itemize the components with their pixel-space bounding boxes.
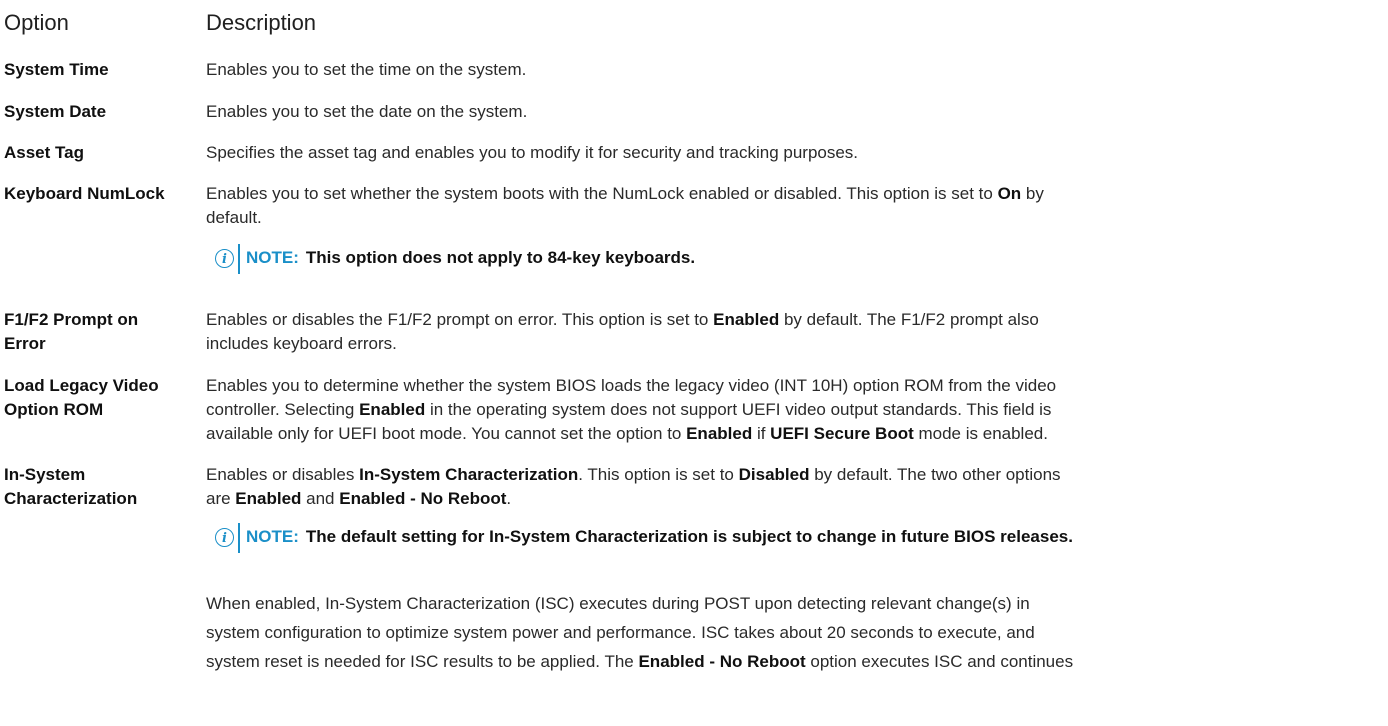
option-desc-legacy-video-rom: Enables you to determine whether the sys… [206,376,1057,443]
option-label-system-time: System Time [4,60,109,79]
note-text: The default setting for In-System Charac… [305,527,1073,546]
option-label-f1f2-prompt: F1/F2 Prompt on Error [4,310,139,353]
note-text: This option does not apply to 84-key key… [305,248,696,267]
info-icon: i [215,527,234,547]
note-isc-default: i NOTE: The default setting for In-Syste… [215,523,1073,553]
option-desc-keyboard-numlock: Enables you to set whether the system bo… [206,184,1044,227]
option-desc-in-system-characterization: Enables or disables In-System Characteri… [206,465,1061,508]
option-label-in-system-characterization: In-System Characterization [4,465,138,508]
note-keyword: NOTE: [246,248,299,267]
option-label-keyboard-numlock: Keyboard NumLock [4,184,165,203]
note-divider [238,244,240,274]
option-label-system-date: System Date [4,102,107,121]
option-desc-system-time: Enables you to set the time on the syste… [206,60,527,79]
note-84-key: i NOTE: This option does not apply to 84… [215,244,696,274]
option-label-asset-tag: Asset Tag [4,143,84,162]
option-desc-system-date: Enables you to set the date on the syste… [206,102,528,121]
note-keyword: NOTE: [246,527,299,546]
column-header-description: Description [206,10,317,35]
column-header-option: Option [4,10,69,35]
info-icon: i [215,248,234,268]
isc-paragraph: When enabled, In-System Characterization… [206,594,1074,671]
option-desc-asset-tag: Specifies the asset tag and enables you … [206,143,859,162]
option-label-legacy-video-rom: Load Legacy Video Option ROM [4,376,159,419]
note-divider [238,523,240,553]
option-desc-f1f2-prompt: Enables or disables the F1/F2 prompt on … [206,310,1039,353]
bios-options-table: Option Description System Time Enables y… [0,0,1388,726]
